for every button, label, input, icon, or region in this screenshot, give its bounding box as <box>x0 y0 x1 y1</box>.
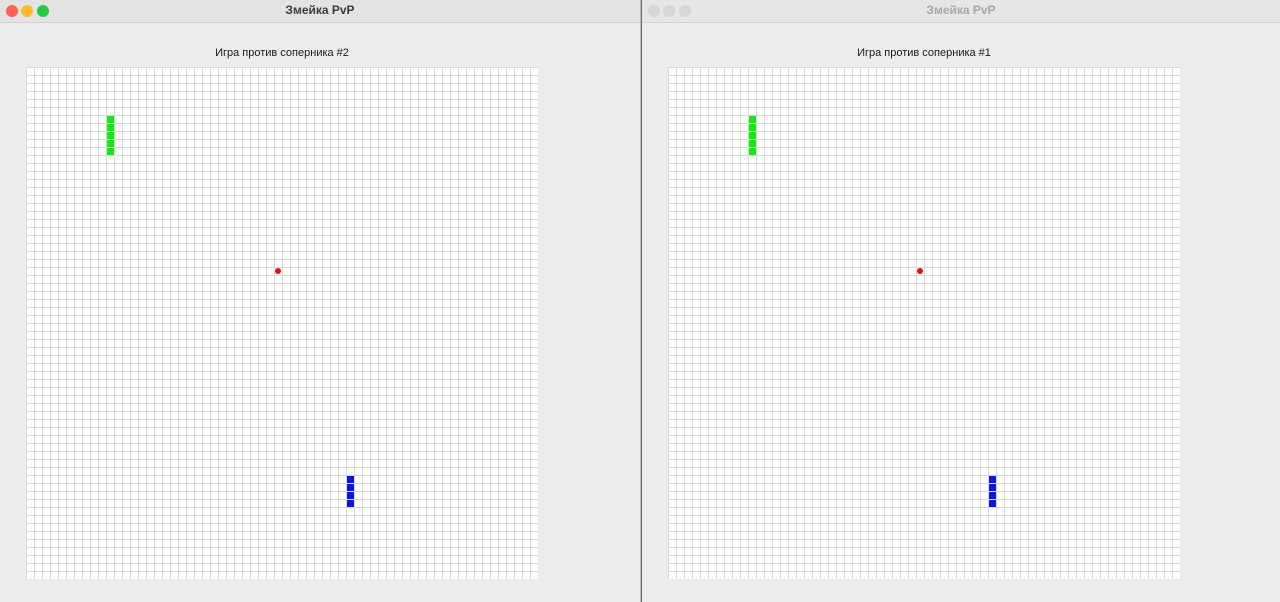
green-snake-segment <box>749 132 756 139</box>
green-snake-segment <box>749 124 756 131</box>
game-heading: Игра против соперника #2 <box>215 47 349 59</box>
title-bar[interactable]: Змейка PvP <box>642 0 1280 23</box>
blue-snake-segment <box>989 492 996 499</box>
green-snake-head <box>107 116 114 123</box>
green-snake-segment <box>749 140 756 147</box>
game-window-right: Змейка PvP Игра против соперника #1 <box>642 0 1280 602</box>
green-snake-head <box>749 116 756 123</box>
game-board[interactable] <box>668 67 1180 579</box>
blue-snake-segment <box>989 500 996 507</box>
blue-snake-segment <box>347 492 354 499</box>
food-apple <box>917 268 923 274</box>
blue-snake-segment <box>989 484 996 491</box>
blue-snake-segment <box>347 484 354 491</box>
green-snake-segment <box>749 148 756 155</box>
green-snake-segment <box>107 148 114 155</box>
blue-snake-head <box>989 476 996 483</box>
green-snake-segment <box>107 132 114 139</box>
game-window-left: Змейка PvP Игра против соперника #2 <box>0 0 641 602</box>
blue-snake-segment <box>347 500 354 507</box>
title-bar[interactable]: Змейка PvP <box>0 0 640 23</box>
food-apple <box>275 268 281 274</box>
game-board[interactable] <box>26 67 538 579</box>
window-title: Змейка PvP <box>285 3 355 17</box>
green-snake-segment <box>107 124 114 131</box>
window-title: Змейка PvP <box>926 3 996 17</box>
blue-snake-head <box>347 476 354 483</box>
game-heading: Игра против соперника #1 <box>857 47 991 59</box>
green-snake-segment <box>107 140 114 147</box>
